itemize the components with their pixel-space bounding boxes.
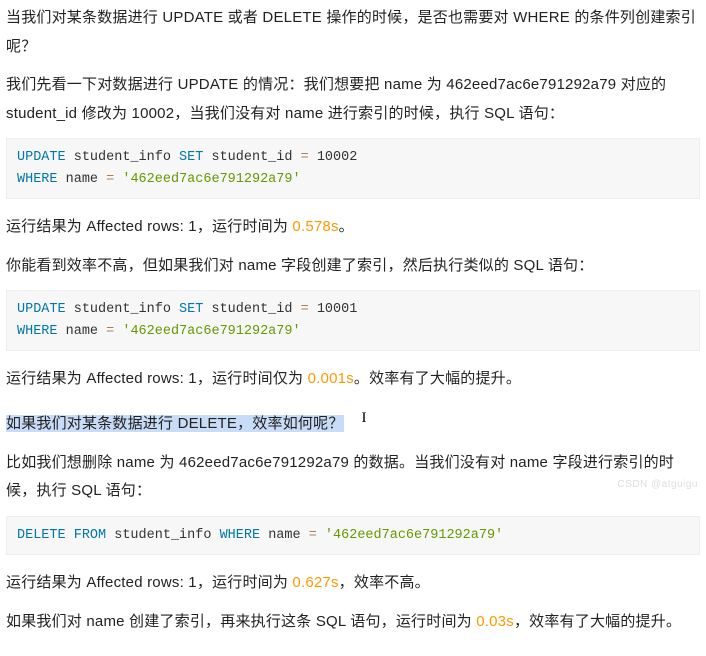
keyword-from: FROM bbox=[74, 528, 106, 543]
keyword-set: SET bbox=[179, 302, 203, 317]
operator-eq: = bbox=[106, 324, 114, 339]
keyword-where: WHERE bbox=[220, 528, 261, 543]
column-name: name bbox=[66, 172, 98, 187]
operator-eq: = bbox=[301, 150, 309, 165]
code-update-no-index: UPDATE student_info SET student_id = 100… bbox=[6, 138, 700, 199]
keyword-where: WHERE bbox=[17, 324, 58, 339]
number-value: 10001 bbox=[317, 302, 358, 317]
result-text: 运行结果为 Affected rows: 1，运行时间为 bbox=[6, 218, 292, 235]
string-literal: '462eed7ac6e791292a79' bbox=[122, 172, 300, 187]
result-suffix: ，效率有了大幅的提升。 bbox=[514, 613, 681, 630]
operator-eq: = bbox=[106, 172, 114, 187]
result-text: 运行结果为 Affected rows: 1，运行时间为 bbox=[6, 574, 292, 591]
paragraph-result-1: 运行结果为 Affected rows: 1，运行时间为 0.578s。 bbox=[6, 213, 700, 242]
keyword-set: SET bbox=[179, 150, 203, 165]
keyword-where: WHERE bbox=[17, 172, 58, 187]
selected-text: 如果我们对某条数据进行 DELETE，效率如何呢？ bbox=[6, 415, 344, 432]
string-literal: '462eed7ac6e791292a79' bbox=[122, 324, 300, 339]
column-name: name bbox=[66, 324, 98, 339]
keyword-update: UPDATE bbox=[17, 150, 66, 165]
table-name: student_info bbox=[114, 528, 211, 543]
result-text: 如果我们对 name 创建了索引，再来执行这条 SQL 语句，运行时间为 bbox=[6, 613, 476, 630]
result-suffix: 。效率有了大幅的提升。 bbox=[354, 370, 521, 387]
watermark: CSDN @atguigu bbox=[617, 475, 698, 494]
column-name: student_id bbox=[211, 150, 292, 165]
result-suffix: ，效率不高。 bbox=[339, 574, 430, 591]
time-value: 0.001s bbox=[308, 370, 354, 387]
operator-eq: = bbox=[301, 302, 309, 317]
time-value: 0.627s bbox=[292, 574, 338, 591]
paragraph-result-4: 如果我们对 name 创建了索引，再来执行这条 SQL 语句，运行时间为 0.0… bbox=[6, 608, 700, 637]
operator-eq: = bbox=[309, 528, 317, 543]
paragraph-result-2: 运行结果为 Affected rows: 1，运行时间仅为 0.001s。效率有… bbox=[6, 365, 700, 394]
string-literal: '462eed7ac6e791292a79' bbox=[325, 528, 503, 543]
code-update-with-index: UPDATE student_info SET student_id = 100… bbox=[6, 290, 700, 351]
paragraph-with-index: 你能看到效率不高，但如果我们对 name 字段创建了索引，然后执行类似的 SQL… bbox=[6, 252, 700, 281]
code-delete: DELETE FROM student_info WHERE name = '4… bbox=[6, 516, 700, 556]
paragraph-intro: 当我们对某条数据进行 UPDATE 或者 DELETE 操作的时候，是否也需要对… bbox=[6, 4, 700, 61]
paragraph-result-3: 运行结果为 Affected rows: 1，运行时间为 0.627s，效率不高… bbox=[6, 569, 700, 598]
time-value: 0.03s bbox=[476, 613, 514, 630]
text-cursor: I bbox=[362, 404, 367, 433]
column-name: name bbox=[268, 528, 300, 543]
table-name: student_info bbox=[74, 150, 171, 165]
number-value: 10002 bbox=[317, 150, 358, 165]
keyword-delete: DELETE bbox=[17, 528, 66, 543]
table-name: student_info bbox=[74, 302, 171, 317]
result-text: 运行结果为 Affected rows: 1，运行时间仅为 bbox=[6, 370, 308, 387]
paragraph-delete-question: 如果我们对某条数据进行 DELETE，效率如何呢？ I bbox=[6, 404, 700, 439]
keyword-update: UPDATE bbox=[17, 302, 66, 317]
paragraph-delete-scenario: 比如我们想删除 name 为 462eed7ac6e791292a79 的数据。… bbox=[6, 449, 700, 506]
column-name: student_id bbox=[211, 302, 292, 317]
time-value: 0.578s bbox=[292, 218, 338, 235]
paragraph-update-scenario: 我们先看一下对数据进行 UPDATE 的情况：我们想要把 name 为 462e… bbox=[6, 71, 700, 128]
result-suffix: 。 bbox=[339, 218, 354, 235]
